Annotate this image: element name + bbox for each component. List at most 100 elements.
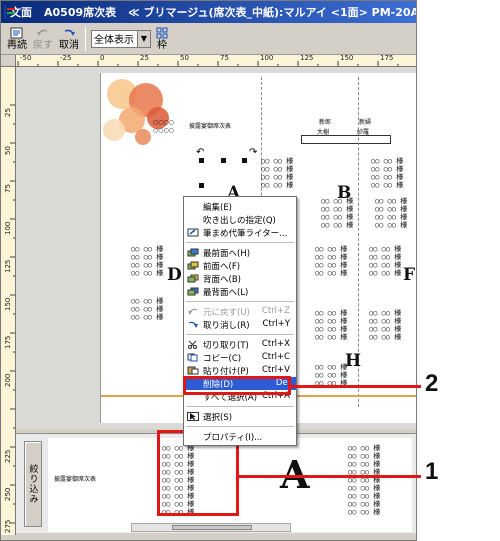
ruler-left-label: 125 [4, 259, 12, 273]
rotate-handle-icon[interactable]: ↷ [249, 147, 257, 158]
seat-entry: ○○ ○○ 様 [131, 297, 164, 305]
apply-button[interactable]: 再読 [4, 25, 30, 53]
bring-forward-icon [187, 261, 199, 270]
menu-item-label: プロパティ(I)... [203, 432, 263, 443]
apply-label: 再読 [7, 39, 27, 51]
redo-button[interactable]: 戻す [30, 25, 56, 53]
menu-item-undo[interactable]: 元に戻す(U) Ctrl+Z [184, 305, 296, 318]
menu-item-copy[interactable]: コピー(C) Ctrl+C [184, 351, 296, 364]
seat-entry: ○○ ○○ 様 [321, 213, 354, 221]
seat-entry: ○○ ○○ 様 [261, 157, 294, 165]
filter-button[interactable]: 絞り込み [24, 441, 42, 527]
seat-entry: ○○ ○○ 様 [131, 305, 164, 313]
seat-entry: ○○ ○○ 様 [375, 213, 408, 221]
menu-item-send-backward[interactable]: 背面へ(B) [184, 272, 296, 285]
ruler-left: 25 50 75 100 125 150 175 200 225 250 275 [1, 55, 16, 535]
menu-item-send-to-back[interactable]: 最背面へ(L) [184, 285, 296, 298]
menu-separator [186, 242, 294, 243]
selection-handle[interactable] [242, 158, 247, 163]
title-file: A0509席次表 [44, 6, 117, 19]
menu-item-redo[interactable]: 取り消し(R) Ctrl+Y [184, 318, 296, 331]
context-menu: 編集(E) 吹き出しの指定(Q) 筆まめ代筆ライター... 最前面へ(H) 前面… [183, 196, 297, 446]
zoom-select[interactable]: 全体表示 ▼ [91, 29, 151, 48]
seat-block: ○○ ○○ 様 ○○ ○○ 様 ○○ ○○ 様 ○○ ○○ 様 [369, 309, 401, 341]
head-table-box [301, 135, 391, 144]
table-letter: H [345, 351, 362, 371]
horizontal-scrollbar[interactable] [131, 523, 291, 532]
seat-entry: ○○ ○○ 様 [261, 173, 294, 181]
menu-item-edit[interactable]: 編集(E) [184, 200, 296, 213]
send-backward-icon [187, 274, 199, 283]
ruler-top-label: 25 [140, 55, 149, 62]
ruler-top-label: 175 [380, 55, 394, 62]
menu-separator [186, 406, 294, 407]
title-bar: 文面 A0509席次表 ≪ ブリマージュ(席次表_中紙):マルアイ <1面> P… [1, 1, 416, 23]
seat-entry: ○○ ○○ 様 [315, 309, 348, 317]
menu-item-shortcut: Ctrl+C [261, 352, 290, 362]
selection-handle[interactable] [199, 183, 204, 188]
seat-entry: ○○ ○○ 様 [315, 253, 348, 261]
menu-item-label: 吹き出しの指定(Q) [203, 215, 276, 226]
selection-handle[interactable] [221, 158, 226, 163]
ruler-left-label: 150 [4, 297, 12, 311]
seat-entry: ○○ ○○ 様 [315, 261, 348, 269]
seat-entry: ○○ ○○ 様 [131, 253, 164, 261]
title-layout: ≪ ブリマージュ(席次表_中紙):マルアイ <1面> PM-20A4 ≫ [128, 6, 416, 19]
seat-entry: ○○ ○○ 様 [369, 261, 402, 269]
menu-item-select[interactable]: 選択(S) [184, 410, 296, 423]
ruler-top-label: -25 [60, 55, 72, 62]
menu-item-label: 選択(S) [203, 412, 233, 423]
seat-block: ○○ ○○ 様 ○○ ○○ 様 ○○ ○○ 様 [131, 297, 163, 321]
seat-entry: ○○ ○○ 様 [348, 444, 381, 452]
seat-entry: ○○ ○○ 様 [348, 500, 381, 508]
ruler-top-label: -50 [20, 55, 32, 62]
seat-entry: ○○ ○○ 様 [348, 484, 381, 492]
frame-button[interactable]: 枠 [151, 25, 173, 53]
zoom-value: 全体表示 [94, 35, 134, 46]
ruler-left-label: 25 [4, 108, 12, 117]
menu-item-bring-forward[interactable]: 前面へ(F) [184, 259, 296, 272]
redo-arrow-icon [64, 29, 75, 36]
seat-entry: ○○ ○○ 様 [348, 460, 381, 468]
seat-entry: ○○ ○○ 様 [371, 173, 404, 181]
selection-handle[interactable] [199, 158, 204, 163]
ruler-top-label: 100 [260, 55, 274, 62]
seat-entry: ○○ ○○ 様 [375, 197, 408, 205]
ruler-left-label: 175 [4, 335, 12, 349]
cancel-button[interactable]: 取消 [56, 25, 82, 53]
menu-item-label: 貼り付け(P) [203, 366, 249, 377]
menu-item-cut[interactable]: 切り取り(T) Ctrl+X [184, 338, 296, 351]
seat-entry: ○○ ○○ 様 [369, 309, 402, 317]
menu-item-label: 切り取り(T) [203, 340, 249, 351]
seat-entry: ○○ ○○ 様 [131, 313, 164, 321]
menu-separator [186, 426, 294, 427]
menu-item-shortcut: Ctrl+Y [262, 319, 290, 329]
seat-block: ○○ ○○ 様 ○○ ○○ 様 ○○ ○○ 様 ○○ ○○ 様 [131, 245, 163, 277]
seat-entry: ○○ ○○ 様 [131, 245, 164, 253]
app-icon [4, 5, 15, 19]
redo-label: 戻す [33, 39, 53, 51]
seat-entry: ○○ ○○ 様 [315, 269, 348, 277]
menu-item-writer[interactable]: 筆まめ代筆ライター... [184, 226, 296, 239]
seat-entry: ○○ ○○ 様 [261, 165, 294, 173]
menu-item-properties[interactable]: プロパティ(I)... [184, 430, 296, 443]
seat-entry: ○○ ○○ 様 [131, 261, 164, 269]
seat-block: ○○ ○○ 様 ○○ ○○ 様 ○○ ○○ 様 ○○ ○○ 様 [375, 197, 407, 229]
menu-item-balloon[interactable]: 吹き出しの指定(Q) [184, 213, 296, 226]
menu-item-label: 取り消し(R) [203, 320, 250, 331]
menu-item-shortcut: Ctrl+X [261, 339, 290, 349]
ruler-top-label: 0 [100, 55, 105, 62]
frame-icon [156, 27, 168, 38]
ruler-left-label: 200 [4, 373, 12, 387]
table-letter: F [403, 265, 416, 285]
seat-block: ○○ ○○ 様 ○○ ○○ 様 ○○ ○○ 様 ○○ ○○ 様 [315, 245, 347, 277]
menu-separator [186, 334, 294, 335]
menu-item-bring-to-front[interactable]: 最前面へ(H) [184, 246, 296, 259]
flower-decoration [101, 73, 191, 173]
ruler-top-ticks [17, 61, 399, 66]
scrollbar-thumb[interactable] [172, 525, 252, 530]
rotate-handle-icon[interactable]: ↶ [196, 147, 204, 158]
groom-label: 新郎 [319, 119, 332, 126]
table-letter: B [337, 183, 352, 203]
callout-line-2 [291, 385, 421, 388]
